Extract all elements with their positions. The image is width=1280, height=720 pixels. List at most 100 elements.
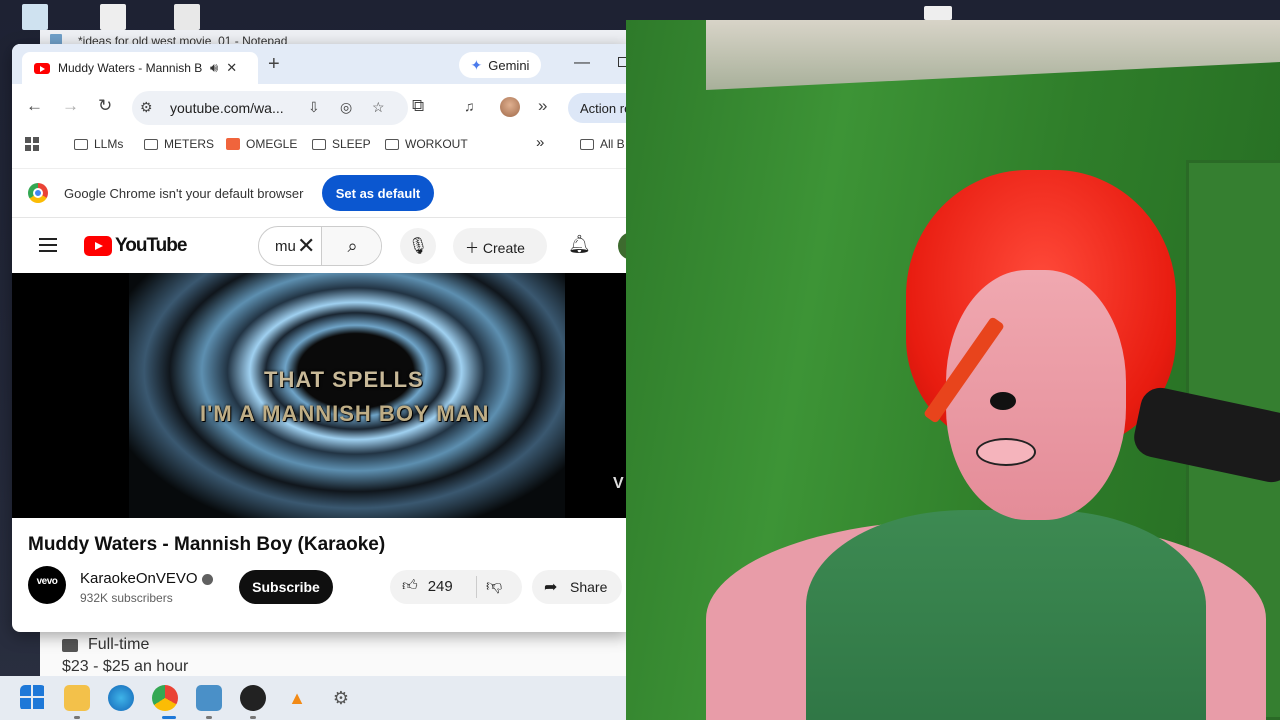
video-title: Muddy Waters - Mannish Boy (Karaoke) [28, 534, 386, 555]
apps-grid-icon[interactable] [25, 137, 39, 151]
active-indicator [162, 716, 176, 719]
subscriber-count: 932K subscribers [80, 591, 173, 605]
youtube-logo[interactable]: YouTube [84, 235, 187, 257]
spreadsheet-desktop-icon[interactable] [174, 4, 200, 30]
like-dislike-group: 👍︎ 249 👎︎ [390, 570, 522, 604]
star-icon[interactable]: ☆ [372, 99, 385, 116]
bookmark-meters[interactable]: METERS [144, 137, 214, 151]
overflow-chevron-icon[interactable]: » [538, 96, 547, 116]
share-button[interactable]: ➦ Share [532, 570, 622, 604]
channel-avatar[interactable]: vevo [28, 566, 66, 604]
video-player[interactable]: THAT SPELLS I'M A MANNISH BOY MAN V [12, 273, 628, 518]
vlc-icon[interactable]: ▲ [284, 685, 310, 711]
folder-icon [144, 138, 158, 150]
close-icon[interactable]: ✕ [226, 60, 237, 76]
default-browser-infobar: Google Chrome isn't your default browser… [12, 168, 628, 218]
notepad-taskbar-icon[interactable] [196, 685, 222, 711]
thumbs-up-icon: 👍︎ [402, 577, 418, 594]
minimize-button[interactable]: — [574, 54, 590, 72]
chrome-taskbar-icon[interactable] [152, 685, 178, 711]
channel-name[interactable]: KaraokeOnVEVO [80, 570, 213, 587]
divider [476, 576, 477, 598]
like-count: 249 [427, 577, 453, 595]
bookmarks-overflow-button[interactable]: » [536, 134, 544, 151]
tab-strip: Muddy Waters - Mannish B 🔊︎ ✕ + ✦ Gemini… [12, 44, 628, 84]
new-tab-button[interactable]: + [268, 53, 280, 76]
menu-icon[interactable] [39, 238, 57, 252]
file-desktop-icon[interactable] [924, 6, 952, 20]
bookmark-sleep[interactable]: SLEEP [312, 137, 371, 151]
bookmark-label: LLMs [94, 137, 124, 151]
back-button[interactable]: ← [26, 96, 43, 116]
search-box[interactable]: mu ✕ ⌕ [258, 226, 382, 266]
omegle-icon [226, 138, 240, 150]
gemini-button[interactable]: ✦ Gemini [459, 52, 541, 78]
verified-icon [201, 573, 213, 585]
bell-icon[interactable]: 🔔︎ [568, 234, 591, 255]
running-indicator [250, 716, 256, 719]
folder-icon [580, 138, 594, 150]
channel-name-text: KaraokeOnVEVO [80, 570, 198, 587]
job-type: Full-time [88, 636, 150, 653]
tab-title: Muddy Waters - Mannish B [58, 61, 202, 75]
reload-button[interactable]: ↻ [98, 96, 112, 116]
profile-avatar[interactable] [500, 97, 520, 117]
create-label: Create [482, 240, 525, 256]
extensions-icon[interactable]: ⧉ [412, 96, 424, 116]
gemini-label: Gemini [488, 57, 530, 73]
ceiling [706, 20, 1280, 90]
microphone-icon[interactable]: 🎙︎ [400, 228, 436, 264]
media-control-icon[interactable]: ♫ [464, 98, 475, 114]
bookmark-label: All B [600, 137, 625, 151]
webcam-overlay [626, 20, 1280, 720]
folder-icon [74, 138, 88, 150]
site-info-icon[interactable]: ⚙ [140, 99, 153, 116]
all-bookmarks[interactable]: All B [580, 137, 625, 151]
file-explorer-icon[interactable] [64, 685, 90, 711]
lens-icon[interactable]: ◎ [340, 99, 352, 116]
background-job-page: Full-time $23 - $25 an hour [40, 630, 630, 678]
like-button[interactable]: 👍︎ 249 [402, 577, 453, 595]
address-bar[interactable]: ⚙ youtube.com/wa... ⇩ ◎ ☆ [132, 91, 408, 125]
set-default-button[interactable]: Set as default [322, 175, 434, 211]
create-button[interactable]: ＋ Create [453, 228, 547, 264]
bookmark-omegle[interactable]: OMEGLE [226, 137, 297, 151]
painted-mouth [976, 438, 1036, 466]
settings-gear-icon[interactable]: ⚙ [328, 685, 354, 711]
chrome-window: Muddy Waters - Mannish B 🔊︎ ✕ + ✦ Gemini… [12, 44, 628, 632]
search-icon[interactable]: ⌕ [321, 227, 381, 265]
share-label: Share [570, 579, 608, 595]
edge-icon[interactable] [108, 685, 134, 711]
url-text: youtube.com/wa... [170, 100, 284, 116]
bookmark-label: WORKOUT [405, 137, 468, 151]
install-app-icon[interactable]: ⇩ [308, 99, 320, 116]
video-frame-art [129, 273, 565, 518]
chrome-logo-icon [28, 183, 48, 203]
thumbs-down-icon[interactable]: 👎︎ [486, 577, 502, 596]
recycle-bin-icon[interactable] [22, 4, 48, 30]
tab-youtube[interactable]: Muddy Waters - Mannish B 🔊︎ ✕ [22, 52, 258, 84]
person-tank-top [806, 510, 1206, 720]
windows-start-icon[interactable] [20, 685, 46, 711]
obs-icon[interactable] [240, 685, 266, 711]
search-input[interactable]: mu [275, 238, 296, 255]
clear-search-icon[interactable]: ✕ [297, 233, 315, 259]
youtube-play-icon [84, 236, 112, 256]
speaker-icon[interactable]: 🔊︎ [210, 60, 218, 76]
youtube-wordmark: YouTube [115, 235, 187, 256]
action-button[interactable]: Action re [568, 93, 628, 123]
bookmark-llms[interactable]: LLMs [74, 137, 123, 151]
youtube-header: YouTube mu ✕ ⌕ 🎙︎ ＋ Create 🔔︎ [12, 220, 628, 272]
person-face [946, 270, 1126, 520]
forward-button[interactable]: → [62, 96, 79, 116]
subscribe-button[interactable]: Subscribe [239, 570, 333, 604]
taskbar: ▲ ⚙ [0, 676, 626, 720]
bookmark-workout[interactable]: WORKOUT [385, 137, 468, 151]
bookmark-label: SLEEP [332, 137, 371, 151]
running-indicator [74, 716, 80, 719]
job-pay: $23 - $25 an hour [62, 658, 189, 675]
vevo-watermark-icon: V [613, 475, 624, 492]
job-type-row: Full-time [62, 636, 149, 654]
share-icon: ➦ [544, 579, 558, 596]
document-desktop-icon[interactable] [100, 4, 126, 30]
